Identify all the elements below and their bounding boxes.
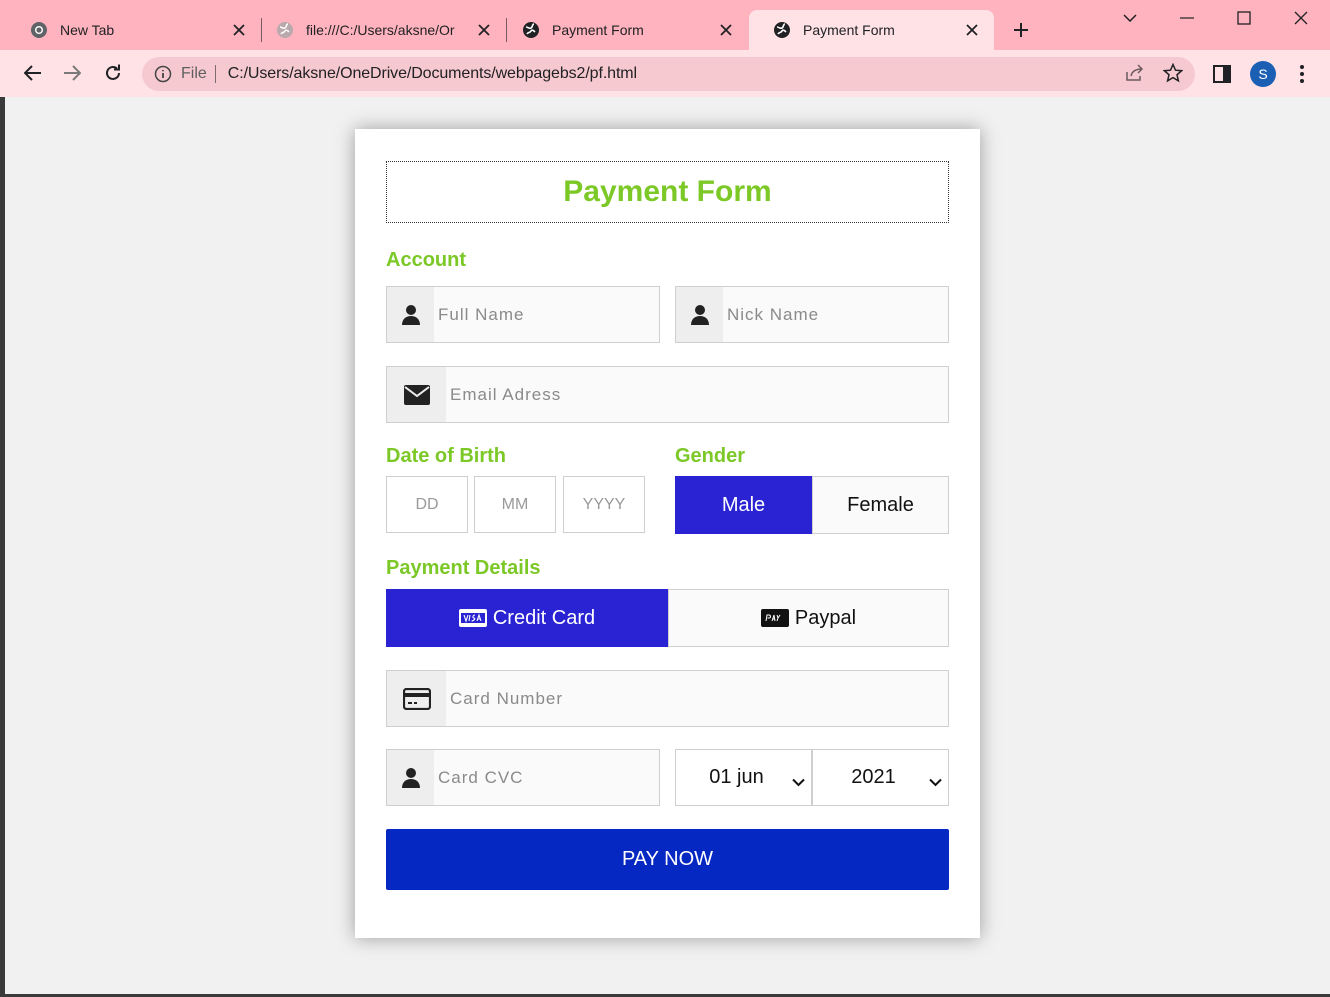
visa-card-icon	[458, 609, 487, 627]
payment-details-heading: Payment Details	[386, 557, 541, 579]
email-field	[386, 366, 949, 423]
window-close-icon[interactable]	[1286, 6, 1316, 30]
dob-year-input[interactable]	[564, 495, 644, 514]
bookmark-star-icon[interactable]	[1162, 62, 1184, 88]
minimize-icon[interactable]	[1172, 6, 1202, 30]
close-tab-icon[interactable]	[474, 20, 494, 40]
globe-icon	[522, 21, 540, 39]
account-heading: Account	[386, 249, 466, 271]
card-number-field	[386, 670, 949, 727]
expiry-month-value: 01 jun	[709, 766, 764, 788]
browser-toolbar: File C:/Users/aksne/OneDrive/Documents/w…	[0, 50, 1330, 97]
new-tab-button[interactable]	[1008, 17, 1034, 43]
gender-female-option[interactable]: Female	[812, 476, 949, 534]
dob-month-input[interactable]	[475, 495, 555, 514]
paypal-label: Paypal	[794, 606, 857, 629]
user-icon	[387, 750, 434, 805]
dob-day-input[interactable]	[387, 495, 467, 514]
tab-title: Payment Form	[803, 22, 895, 38]
url-text[interactable]: C:/Users/aksne/OneDrive/Documents/webpag…	[228, 65, 637, 83]
paypal-option[interactable]: Paypal	[668, 589, 949, 647]
card-number-input[interactable]	[446, 671, 948, 726]
reload-icon[interactable]	[100, 60, 126, 86]
chrome-icon	[30, 21, 48, 39]
close-tab-icon[interactable]	[716, 20, 736, 40]
gender-heading: Gender	[675, 445, 746, 467]
tab-search-icon[interactable]	[1115, 6, 1145, 30]
card-cvc-input[interactable]	[434, 750, 659, 805]
credit-card-label: Credit Card	[492, 606, 596, 629]
dob-year-field	[563, 476, 645, 533]
kebab-menu-icon[interactable]	[1290, 62, 1314, 86]
globe-icon	[276, 21, 294, 39]
expiry-year-select[interactable]: 2021	[812, 749, 949, 806]
dob-day-field	[386, 476, 468, 533]
full-name-input[interactable]	[434, 287, 659, 342]
card-cvc-field	[386, 749, 660, 806]
url-scheme: File	[181, 65, 207, 82]
nick-name-input[interactable]	[723, 287, 948, 342]
maximize-icon[interactable]	[1229, 6, 1259, 30]
globe-icon	[773, 21, 791, 39]
paypal-card-icon	[760, 609, 789, 627]
tab-payment-form[interactable]: Payment Form	[498, 10, 748, 50]
envelope-icon	[387, 367, 446, 422]
tab-payment-form-active[interactable]: Payment Form	[749, 10, 994, 50]
credit-card-icon	[387, 671, 446, 726]
info-icon[interactable]	[153, 64, 173, 84]
pay-now-button[interactable]: PAY NOW	[386, 829, 949, 890]
dob-heading: Date of Birth	[386, 445, 506, 467]
address-divider	[214, 65, 216, 83]
tab-title: file:///C:/Users/aksne/Or	[306, 22, 455, 38]
user-icon	[387, 287, 434, 342]
credit-card-option[interactable]: Credit Card	[386, 589, 668, 647]
expiry-month-select[interactable]: 01 jun	[675, 749, 812, 806]
form-title: Payment Form	[386, 161, 949, 223]
background-window-edge	[0, 97, 5, 997]
dob-month-field	[474, 476, 556, 533]
side-panel-icon[interactable]	[1210, 62, 1234, 86]
share-icon[interactable]	[1125, 64, 1145, 87]
payment-form-card: Payment Form Account Date of Birth Gende…	[355, 129, 980, 938]
close-tab-icon[interactable]	[229, 20, 249, 40]
nick-name-field	[675, 286, 949, 343]
chevron-down-icon	[792, 770, 805, 793]
forward-arrow-icon[interactable]	[59, 60, 85, 86]
tab-new-tab[interactable]: New Tab	[6, 10, 261, 50]
address-bar[interactable]: File C:/Users/aksne/OneDrive/Documents/w…	[142, 57, 1195, 91]
expiry-year-value: 2021	[851, 766, 896, 788]
tab-file[interactable]: file:///C:/Users/aksne/Or	[252, 10, 506, 50]
tab-title: Payment Form	[552, 22, 644, 38]
full-name-field	[386, 286, 660, 343]
back-arrow-icon[interactable]	[20, 60, 46, 86]
gender-male-option[interactable]: Male	[675, 476, 812, 534]
profile-avatar[interactable]: S	[1250, 61, 1276, 87]
browser-chrome: New Tab file:///C:/Users/aksne/Or Paymen…	[0, 0, 1330, 97]
user-icon	[676, 287, 723, 342]
chevron-down-icon	[929, 770, 942, 793]
tab-title: New Tab	[60, 22, 115, 38]
tab-strip: New Tab file:///C:/Users/aksne/Or Paymen…	[0, 0, 1330, 50]
email-input[interactable]	[446, 367, 948, 422]
close-tab-icon[interactable]	[962, 20, 982, 40]
